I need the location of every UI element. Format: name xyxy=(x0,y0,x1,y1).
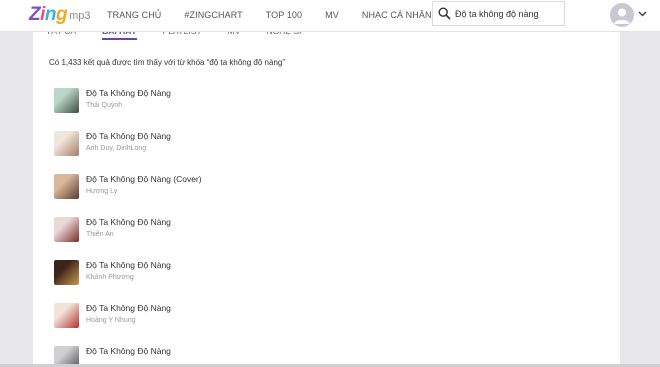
result-tabs: TẤT CẢ BÀI HÁT PLAYLIST MV NGHỆ SĨ xyxy=(46,31,327,40)
main-nav: TRANG CHỦ #ZINGCHART TOP 100 MV NHẠC CÁ … xyxy=(107,10,455,20)
song-artist[interactable]: Hoàng Y Nhung xyxy=(86,317,136,324)
top-bar: Zing mp3 TRANG CHỦ #ZINGCHART TOP 100 MV… xyxy=(0,0,660,32)
search-box[interactable] xyxy=(432,1,565,26)
song-title[interactable]: Độ Ta Không Độ Nàng xyxy=(86,346,171,356)
song-artist[interactable]: Khánh Phương xyxy=(86,274,134,281)
song-thumbnail[interactable] xyxy=(54,260,79,285)
tab-nghe-si[interactable]: NGHỆ SĨ xyxy=(266,31,301,40)
tab-bai-hat[interactable]: BÀI HÁT xyxy=(102,31,137,40)
result-count-text: Có 1,433 kết quả được tìm thấy với từ kh… xyxy=(49,58,286,67)
song-title[interactable]: Độ Ta Không Độ Nàng xyxy=(86,88,171,98)
song-thumbnail[interactable] xyxy=(54,88,79,113)
song-thumbnail[interactable] xyxy=(54,174,79,199)
logo-letter: n xyxy=(44,4,57,25)
song-artist[interactable]: Thái Quỳnh xyxy=(86,102,122,109)
nav-mv[interactable]: MV xyxy=(325,10,339,20)
zing-mp3-logo[interactable]: Zing mp3 xyxy=(29,5,91,25)
logo-suffix: mp3 xyxy=(69,10,91,22)
song-thumbnail[interactable] xyxy=(54,131,79,156)
nav-trang-chu[interactable]: TRANG CHỦ xyxy=(107,10,161,20)
logo-letter: Z xyxy=(29,4,41,25)
nav-zingchart[interactable]: #ZINGCHART xyxy=(184,10,242,20)
song-title[interactable]: Độ Ta Không Độ Nàng xyxy=(86,303,171,313)
song-title[interactable]: Độ Ta Không Độ Nàng (Cover) xyxy=(86,174,202,184)
logo-wordmark: Zing xyxy=(29,4,68,25)
tab-playlist[interactable]: PLAYLIST xyxy=(163,31,202,40)
avatar-icon[interactable] xyxy=(610,3,634,27)
chevron-down-icon[interactable] xyxy=(638,11,647,17)
song-artist[interactable]: Hương Ly xyxy=(86,188,117,195)
search-results-panel: TẤT CẢ BÀI HÁT PLAYLIST MV NGHỆ SĨ Có 1,… xyxy=(33,31,620,367)
tab-tat-ca[interactable]: TẤT CẢ xyxy=(46,31,76,40)
song-artist[interactable]: Anh Duy, DinhLong xyxy=(86,145,146,152)
search-input[interactable] xyxy=(455,6,561,21)
song-title[interactable]: Độ Ta Không Độ Nàng xyxy=(86,260,171,270)
nav-top-100[interactable]: TOP 100 xyxy=(266,10,302,20)
song-thumbnail[interactable] xyxy=(54,303,79,328)
search-icon xyxy=(438,7,451,20)
song-title[interactable]: Độ Ta Không Độ Nàng xyxy=(86,131,171,141)
nav-nhac-ca-nhan[interactable]: NHẠC CÁ NHÂN xyxy=(362,10,432,20)
logo-letter: g xyxy=(56,4,68,25)
song-title[interactable]: Độ Ta Không Độ Nàng xyxy=(86,217,171,227)
song-thumbnail[interactable] xyxy=(54,217,79,242)
song-artist[interactable]: Thiên An xyxy=(86,231,114,238)
tab-mv[interactable]: MV xyxy=(228,31,241,40)
